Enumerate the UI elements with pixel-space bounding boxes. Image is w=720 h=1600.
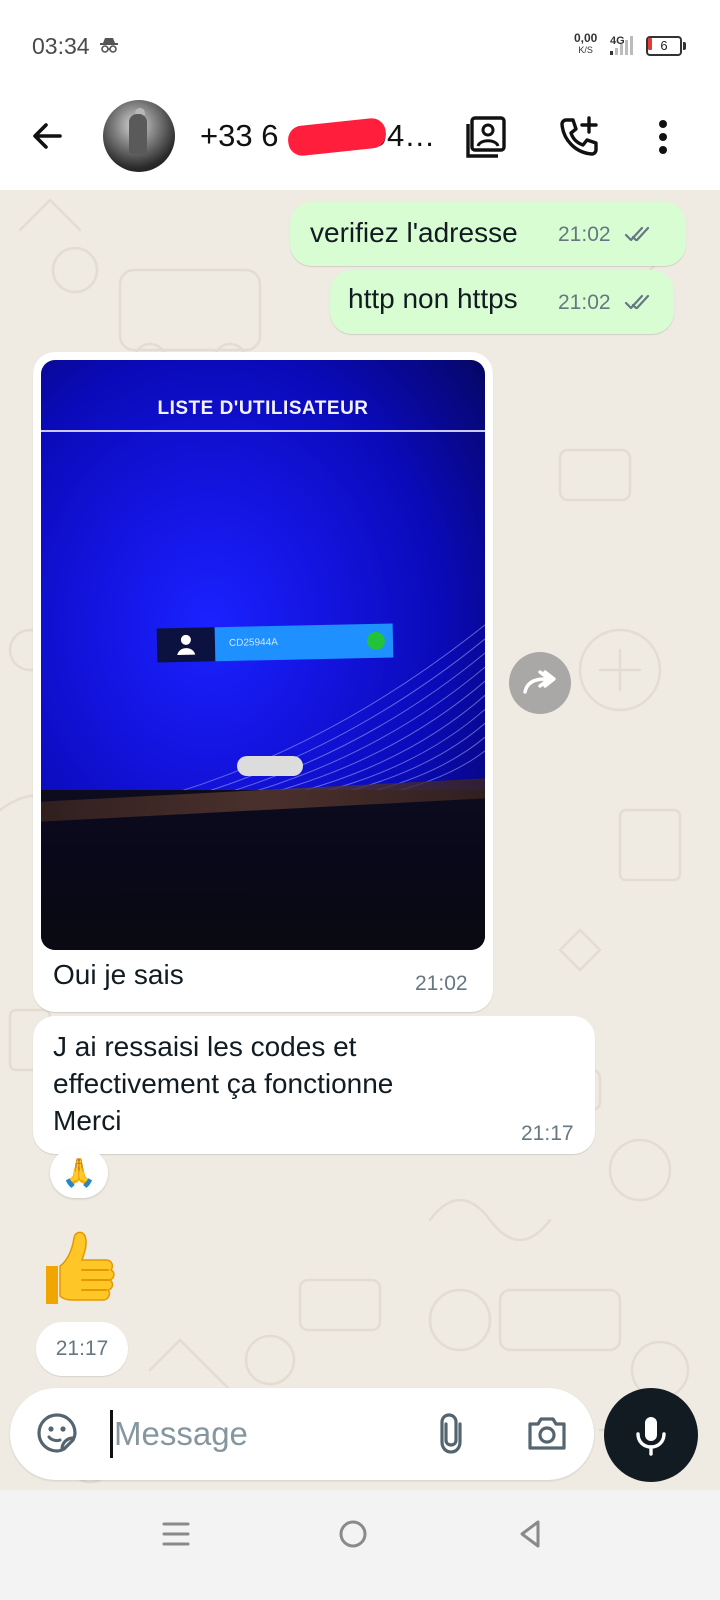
message-input[interactable] [114,1408,414,1460]
incognito-icon [100,38,118,53]
home-icon[interactable] [331,1512,375,1556]
thumbs-up-emoji[interactable] [36,1226,120,1310]
message-photo[interactable]: LISTE D'UTILISATEUR CD25944A [41,360,485,950]
message-outgoing[interactable]: verifiez l'adresse 21:02 [290,202,686,266]
message-reaction[interactable]: 🙏 [50,1148,108,1198]
attach-icon[interactable] [430,1410,476,1456]
battery-icon: 6 [646,36,686,56]
message-text: verifiez l'adresse [310,217,518,248]
more-vert-icon[interactable] [640,114,686,160]
photo-user-field: CD25944A [156,623,394,663]
message-caption: Oui je sais [53,959,184,990]
mic-button[interactable] [604,1388,698,1482]
menu-icon[interactable] [154,1512,198,1556]
back-triangle-icon[interactable] [508,1512,552,1556]
message-line: Merci [53,1105,122,1136]
text-cursor [110,1410,113,1458]
sticker-icon[interactable] [34,1410,80,1456]
net-speed-value: 0,00 [574,31,598,45]
signal-icon: 4G [610,35,633,55]
photo-title-text: LISTE D'UTILISATEUR [157,398,369,419]
camera-icon[interactable] [524,1410,570,1456]
back-arrow-icon[interactable] [26,114,70,158]
add-call-icon[interactable] [556,114,602,160]
chat-area[interactable]: verifiez l'adresse 21:02 http non https … [0,190,720,1490]
message-composer [10,1388,594,1480]
mic-icon [636,1417,666,1456]
forward-icon[interactable] [509,652,571,714]
avatar[interactable] [103,100,175,172]
battery-level: 6 [660,38,668,53]
read-ticks-icon [624,294,650,310]
message-time: 21:02 [558,223,611,246]
message-time: 21:17 [55,1337,109,1360]
status-time: 03:34 [32,33,90,59]
message-line: effectivement ça fonctionne [53,1068,394,1099]
message-line: J ai ressaisi les codes et [53,1031,357,1062]
status-bar: 03:34 0,00 K/S 4G 6 [0,0,720,92]
read-ticks-icon [624,226,650,242]
message-time: 21:02 [415,972,468,995]
emoji-message-time: 21:17 [36,1322,128,1376]
message-text: http non https [348,283,518,314]
message-time: 21:17 [521,1122,574,1145]
net-speed-unit: K/S [578,45,593,55]
message-outgoing[interactable]: http non https 21:02 [330,270,674,334]
message-incoming[interactable]: J ai ressaisi les codes et effectivement… [33,1016,595,1154]
system-navbar [0,1490,720,1600]
message-incoming-image[interactable]: LISTE D'UTILISATEUR CD25944A Oui je sais… [33,352,493,1012]
chat-header: +33 6 … 12 94… [0,92,720,190]
contact-card-icon[interactable] [464,114,510,160]
message-time: 21:02 [558,291,611,314]
net-speed: 0,00 K/S [574,32,597,56]
